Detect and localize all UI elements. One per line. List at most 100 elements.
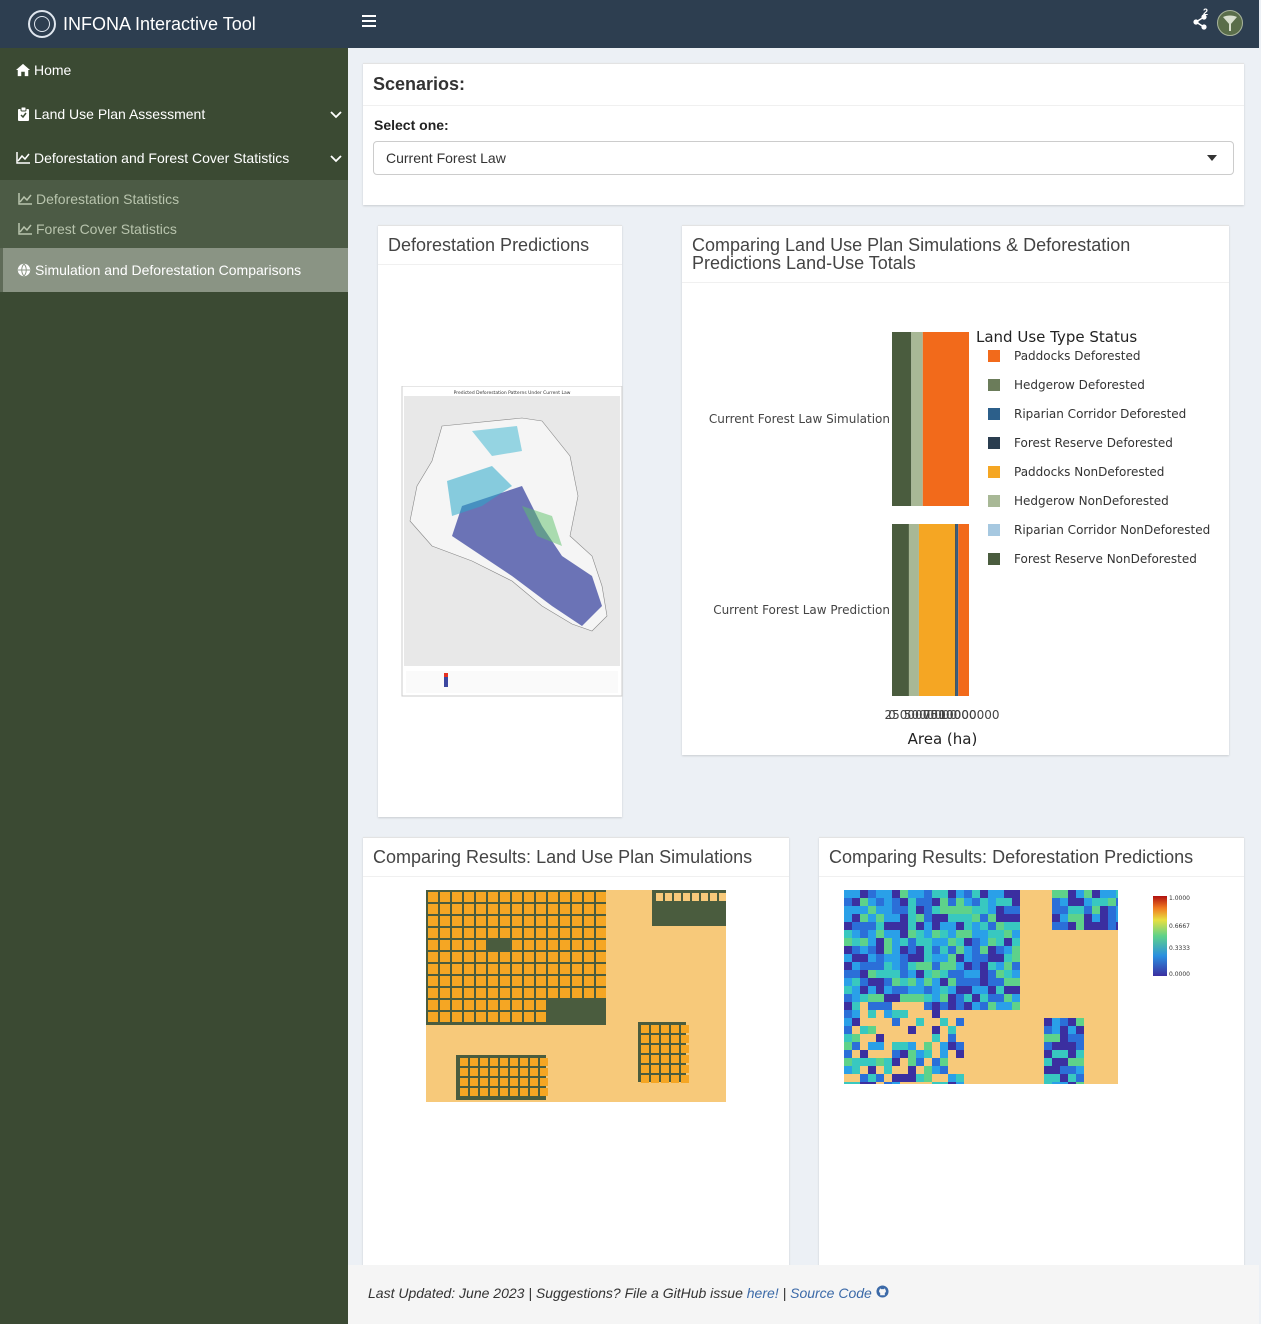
probability-cell bbox=[892, 890, 900, 898]
probability-cell bbox=[1052, 1042, 1060, 1050]
probability-cell bbox=[932, 986, 940, 994]
share-icon[interactable] bbox=[1193, 14, 1207, 35]
legend-label: Hedgerow NonDeforested bbox=[1014, 494, 1169, 508]
probability-cell bbox=[932, 946, 940, 954]
probability-cell bbox=[948, 986, 956, 994]
github-issue-link[interactable]: here! bbox=[747, 1285, 779, 1301]
probability-cell bbox=[932, 914, 940, 922]
sidebar-item-label: Land Use Plan Assessment bbox=[34, 106, 206, 122]
probability-cell bbox=[876, 1074, 884, 1082]
paddock-cell bbox=[428, 904, 438, 914]
probability-cell bbox=[940, 1002, 948, 1010]
probability-cell bbox=[884, 906, 892, 914]
sidebar-item-deforestation-statistics[interactable]: Deforestation Statistics bbox=[0, 184, 348, 214]
probability-cell bbox=[876, 962, 884, 970]
paddock-cell bbox=[500, 1088, 508, 1096]
probability-cell bbox=[1012, 994, 1020, 1002]
paddock-cell bbox=[596, 976, 606, 986]
probability-cell bbox=[1012, 970, 1020, 978]
map-title: Predicted Deforestation Patterns Under C… bbox=[454, 390, 571, 396]
probability-cell bbox=[844, 970, 852, 978]
probability-cell bbox=[860, 938, 868, 946]
probability-cell bbox=[1052, 1082, 1060, 1084]
sidebar-item-deforestation-forest-cover[interactable]: Deforestation and Forest Cover Statistic… bbox=[0, 136, 348, 180]
sidebar-item-land-use-plan-assessment[interactable]: Land Use Plan Assessment bbox=[0, 92, 348, 136]
paddock-cell bbox=[548, 976, 558, 986]
probability-cell bbox=[868, 978, 876, 986]
land-use-plan-simulations-box: Comparing Results: Land Use Plan Simulat… bbox=[363, 837, 789, 1277]
probability-cell bbox=[1012, 962, 1020, 970]
paddock-cell bbox=[584, 916, 594, 926]
probability-cell bbox=[988, 962, 996, 970]
probability-cell bbox=[940, 930, 948, 938]
probability-cell bbox=[892, 946, 900, 954]
paddock-cell bbox=[671, 1025, 679, 1033]
probability-cell bbox=[860, 1074, 868, 1082]
footer: Last Updated: June 2023 | Suggestions? F… bbox=[348, 1265, 1259, 1324]
probability-cell bbox=[852, 890, 860, 898]
scenario-select[interactable]: Current Forest Law bbox=[373, 141, 1234, 175]
paddock-cell bbox=[470, 1058, 478, 1066]
probability-cell bbox=[852, 1002, 860, 1010]
paddock-cell bbox=[548, 952, 558, 962]
probability-cell bbox=[940, 1042, 948, 1050]
paddock-cell bbox=[476, 976, 486, 986]
sidebar-item-forest-cover-statistics[interactable]: Forest Cover Statistics bbox=[0, 214, 348, 244]
probability-cell bbox=[892, 962, 900, 970]
paddock-cell bbox=[656, 893, 663, 901]
sidebar-item-home[interactable]: Home bbox=[0, 48, 348, 92]
probability-cell bbox=[916, 986, 924, 994]
chevron-down-icon bbox=[330, 106, 342, 122]
probability-cell bbox=[892, 1074, 900, 1082]
paddock-cell bbox=[470, 1068, 478, 1076]
probability-cell bbox=[884, 946, 892, 954]
probability-cell bbox=[980, 930, 988, 938]
probability-cell bbox=[1012, 906, 1020, 914]
probability-cell bbox=[996, 986, 1004, 994]
probability-cell bbox=[1084, 906, 1092, 914]
avatar[interactable] bbox=[1217, 10, 1243, 36]
paddock-cell bbox=[500, 964, 510, 974]
paddock-cell bbox=[536, 916, 546, 926]
probability-cell bbox=[948, 890, 956, 898]
paddock-cell bbox=[560, 976, 570, 986]
probability-cell bbox=[876, 954, 884, 962]
paddock-cell bbox=[476, 988, 486, 998]
paddock-cell bbox=[681, 1045, 689, 1053]
probability-cell bbox=[908, 930, 916, 938]
probability-cell bbox=[908, 890, 916, 898]
probability-cell bbox=[1108, 906, 1116, 914]
probability-cell bbox=[940, 970, 948, 978]
probability-cell bbox=[1060, 1066, 1068, 1074]
probability-cell bbox=[1108, 914, 1116, 922]
legend-swatch bbox=[988, 408, 1000, 420]
sidebar-item-simulation-comparisons[interactable]: Simulation and Deforestation Comparisons bbox=[0, 248, 348, 292]
probability-cell bbox=[980, 978, 988, 986]
probability-cell bbox=[1004, 930, 1012, 938]
paddock-cell bbox=[452, 976, 462, 986]
probability-cell bbox=[844, 898, 852, 906]
paddock-cell bbox=[572, 964, 582, 974]
probability-cell bbox=[892, 970, 900, 978]
probability-cell bbox=[852, 954, 860, 962]
probability-cell bbox=[924, 1074, 932, 1082]
probability-cell bbox=[924, 962, 932, 970]
probability-cell bbox=[964, 954, 972, 962]
source-code-link[interactable]: Source Code bbox=[790, 1285, 872, 1301]
probability-cell bbox=[948, 1074, 956, 1082]
probability-cell bbox=[868, 1026, 876, 1034]
legend-swatch bbox=[988, 379, 1000, 391]
probability-cell bbox=[924, 922, 932, 930]
probability-cell bbox=[1052, 906, 1060, 914]
paddock-cell bbox=[536, 952, 546, 962]
probability-cell bbox=[900, 994, 908, 1002]
probability-cell bbox=[844, 906, 852, 914]
menu-toggle-icon[interactable] bbox=[362, 14, 376, 32]
paddock-cell bbox=[681, 1055, 689, 1063]
probability-cell bbox=[940, 986, 948, 994]
probability-cell bbox=[1076, 1066, 1084, 1074]
category-label: Current Forest Law Prediction bbox=[713, 603, 890, 617]
paddock-cell bbox=[512, 988, 522, 998]
probability-cell bbox=[940, 978, 948, 986]
paddock-cell bbox=[510, 1068, 518, 1076]
